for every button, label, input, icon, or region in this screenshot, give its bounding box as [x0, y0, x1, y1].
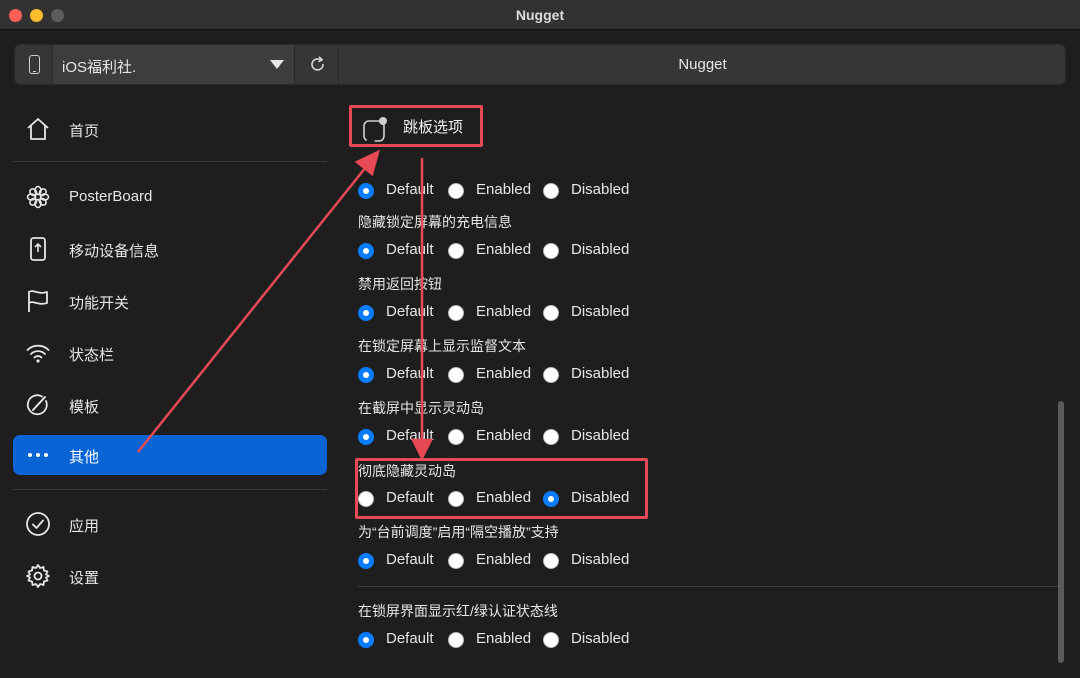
option-label: 在锁定屏幕上显示监督文本: [358, 338, 526, 354]
sidebar: 首页 PosterBoard 移动设备信息 功能开关 状态栏 模板 其他 应用 …: [0, 96, 340, 678]
option-row-0: Default Enabled Disabled: [358, 180, 658, 202]
option-row-7: Default Enabled Disabled: [358, 629, 658, 651]
flower-icon: [26, 185, 50, 209]
sidebar-item-statusbar[interactable]: 状态栏: [13, 333, 327, 373]
sidebar-item-toggles[interactable]: 功能开关: [13, 281, 327, 321]
option-row-1: Default Enabled Disabled: [358, 240, 658, 262]
sidebar-item-home[interactable]: 首页: [13, 109, 327, 149]
option-row-3: Default Enabled Disabled: [358, 364, 658, 386]
sidebar-divider: [13, 161, 327, 162]
sidebar-item-other[interactable]: 其他: [13, 435, 327, 475]
device-select[interactable]: iOS福利社.: [53, 45, 295, 84]
phone-icon: [29, 55, 40, 74]
sidebar-item-label: 应用: [69, 518, 100, 535]
window-title: Nugget: [515, 7, 565, 23]
annotation-box-section: [349, 105, 483, 147]
sidebar-item-label: 功能开关: [69, 295, 130, 312]
template-icon: [26, 394, 48, 416]
main-content: 跳板选项 Default Enabled Disabled 隐藏锁定屏幕的充电信…: [340, 96, 1080, 678]
sidebar-item-label: 其他: [69, 449, 100, 466]
option-row-6: Default Enabled Disabled: [358, 550, 658, 572]
sidebar-divider: [13, 489, 327, 490]
vertical-scrollbar[interactable]: [1058, 401, 1064, 663]
sidebar-item-label: 移动设备信息: [69, 243, 160, 260]
phone-info-icon: [30, 237, 46, 261]
sidebar-item-settings[interactable]: 设置: [13, 556, 327, 596]
flag-icon: [28, 290, 48, 312]
sidebar-item-label: 状态栏: [69, 347, 115, 364]
option-row-4: Default Enabled Disabled: [358, 426, 658, 448]
ellipsis-icon: [28, 453, 48, 457]
caret-down-icon: [270, 60, 284, 69]
device-name: iOS福利社.: [62, 59, 137, 76]
sidebar-item-label: 首页: [69, 123, 100, 140]
checkmark-circle-icon: [26, 512, 50, 536]
main-divider: [358, 586, 1058, 587]
gear-icon: [26, 564, 50, 588]
sidebar-item-device-info[interactable]: 移动设备信息: [13, 229, 327, 269]
home-icon: [27, 118, 49, 140]
toolbar: iOS福利社. Nugget: [14, 44, 1066, 85]
option-label: 在锁屏界面显示红/绿认证状态线: [358, 603, 558, 619]
option-label: 为“台前调度”启用“隔空播放”支持: [358, 524, 559, 540]
option-row-2: Default Enabled Disabled: [358, 302, 658, 324]
wifi-icon: [26, 344, 50, 363]
option-label: 在截屏中显示灵动岛: [358, 400, 484, 416]
option-label: 禁用返回按钮: [358, 276, 442, 292]
annotation-box-option: [355, 458, 648, 519]
sidebar-item-label: PosterBoard: [69, 188, 153, 205]
device-icon-box: [15, 45, 53, 84]
refresh-icon: [311, 56, 324, 71]
sidebar-item-posterboard[interactable]: PosterBoard: [13, 177, 327, 217]
sidebar-item-apply[interactable]: 应用: [13, 504, 327, 544]
toolbar-title: Nugget: [678, 56, 727, 73]
sidebar-item-label: 模板: [69, 399, 100, 416]
refresh-button[interactable]: [296, 45, 339, 84]
sidebar-item-label: 设置: [69, 570, 100, 587]
sidebar-item-templates[interactable]: 模板: [13, 385, 327, 425]
option-label: 隐藏锁定屏幕的充电信息: [358, 214, 512, 230]
title-bar: Nugget: [0, 0, 1080, 30]
